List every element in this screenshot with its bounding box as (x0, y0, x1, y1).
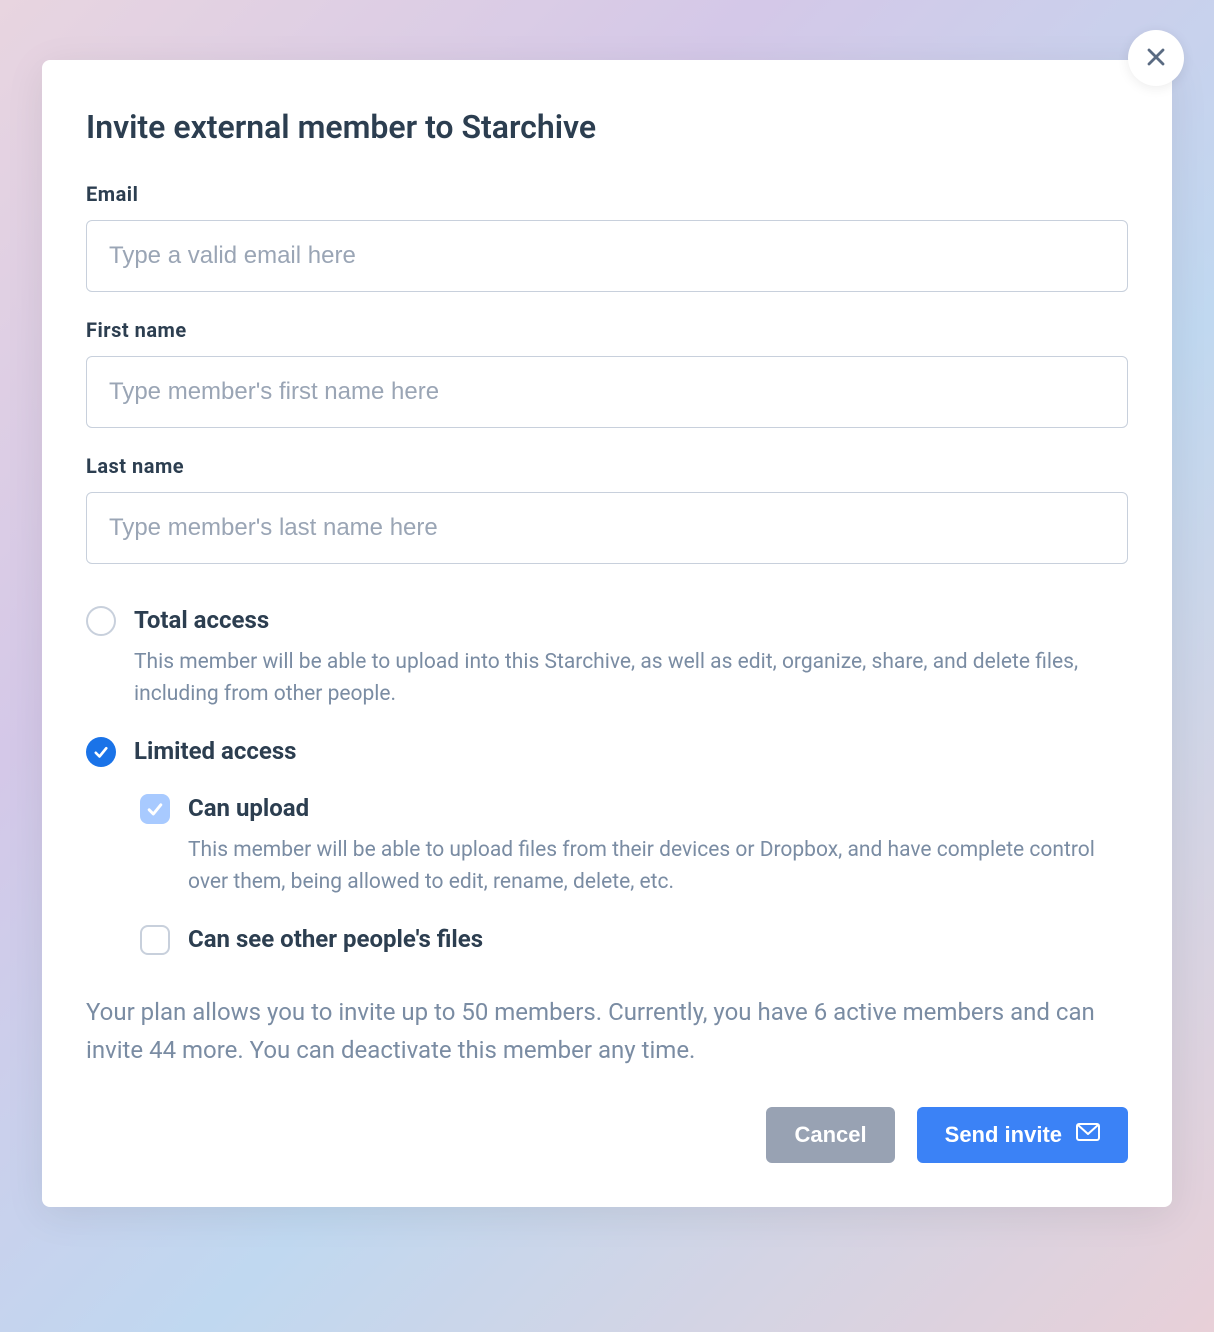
email-label: Email (86, 182, 1128, 206)
first-name-input[interactable] (86, 356, 1128, 428)
first-name-field-group: First name (86, 318, 1128, 428)
option-title-can-see-others: Can see other people's files (188, 923, 1128, 957)
option-title-can-upload: Can upload (188, 792, 1128, 826)
close-icon (1144, 45, 1168, 72)
checkbox-can-see-others[interactable] (140, 925, 170, 955)
checkbox-can-upload[interactable] (140, 794, 170, 824)
close-button[interactable] (1128, 30, 1184, 86)
checkbox-checked-icon (140, 794, 170, 824)
first-name-label: First name (86, 318, 1128, 342)
option-desc-can-upload: This member will be able to upload files… (188, 834, 1128, 899)
envelope-icon (1076, 1122, 1100, 1148)
send-invite-button-label: Send invite (945, 1122, 1062, 1148)
checkbox-unchecked-icon (140, 925, 170, 955)
radio-limited-access[interactable] (86, 737, 116, 767)
option-content: Total access This member will be able to… (134, 604, 1128, 711)
option-can-upload[interactable]: Can upload This member will be able to u… (86, 792, 1128, 899)
email-field-group: Email (86, 182, 1128, 292)
option-total-access[interactable]: Total access This member will be able to… (86, 604, 1128, 711)
cancel-button[interactable]: Cancel (766, 1107, 894, 1163)
last-name-input[interactable] (86, 492, 1128, 564)
send-invite-button[interactable]: Send invite (917, 1107, 1128, 1163)
last-name-field-group: Last name (86, 454, 1128, 564)
modal-title: Invite external member to Starchive (86, 108, 1128, 146)
email-input[interactable] (86, 220, 1128, 292)
option-title-limited: Limited access (134, 735, 1128, 769)
modal-footer: Cancel Send invite (86, 1107, 1128, 1163)
option-content: Can upload This member will be able to u… (188, 792, 1128, 899)
option-can-see-others[interactable]: Can see other people's files (86, 923, 1128, 957)
radio-total-access[interactable] (86, 606, 116, 636)
plan-info-text: Your plan allows you to invite up to 50 … (86, 993, 1128, 1070)
radio-unchecked-icon (86, 606, 116, 636)
radio-checked-icon (86, 737, 116, 767)
last-name-label: Last name (86, 454, 1128, 478)
cancel-button-label: Cancel (794, 1122, 866, 1148)
option-title-total: Total access (134, 604, 1128, 638)
option-desc-total: This member will be able to upload into … (134, 646, 1128, 711)
option-content: Can see other people's files (188, 923, 1128, 957)
option-limited-access[interactable]: Limited access (86, 735, 1128, 769)
option-content: Limited access (134, 735, 1128, 769)
invite-member-modal: Invite external member to Starchive Emai… (42, 60, 1172, 1207)
access-options: Total access This member will be able to… (86, 604, 1128, 957)
